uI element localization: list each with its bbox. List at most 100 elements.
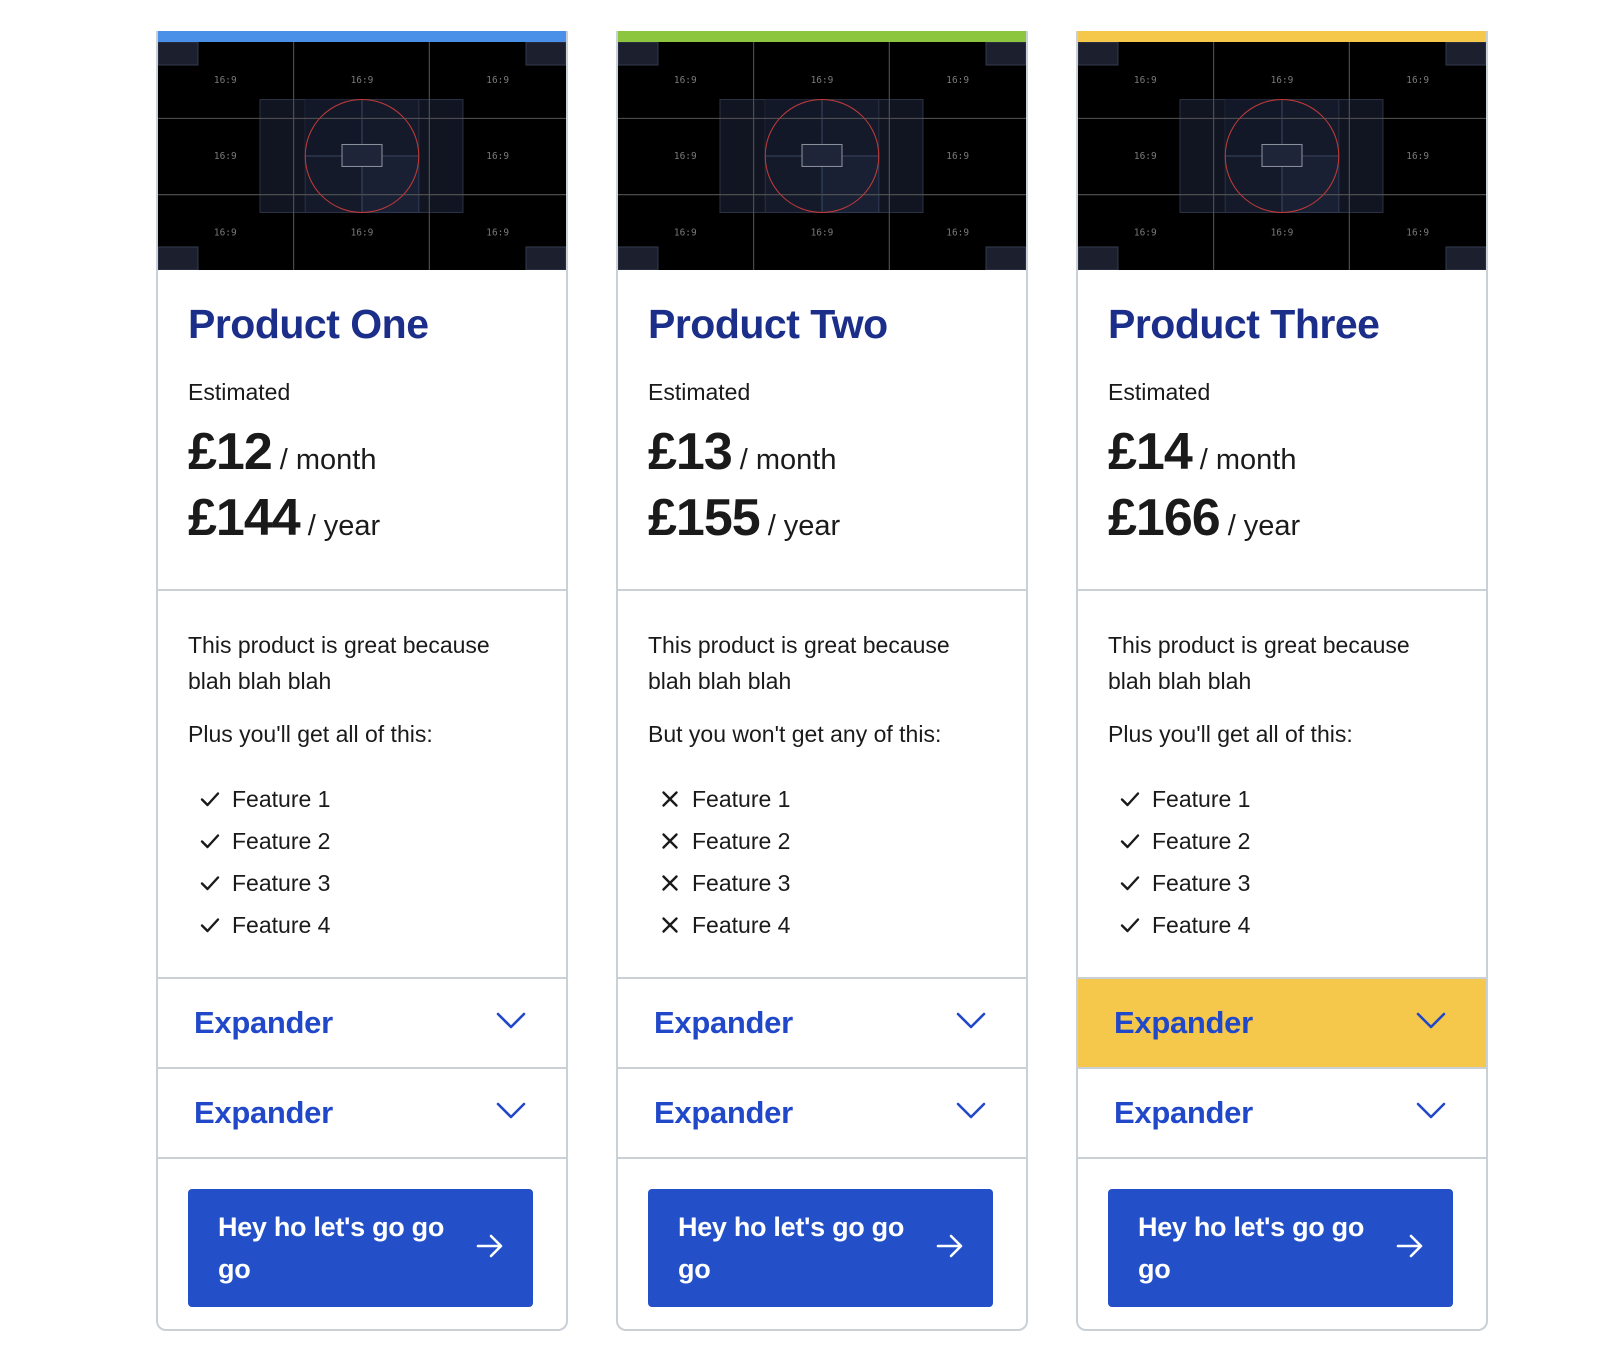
cta-button[interactable]: Hey ho let's go go go: [188, 1189, 533, 1307]
expander-label: Expander: [194, 1005, 333, 1040]
cta-label: Hey ho let's go go go: [678, 1212, 905, 1284]
feature-label: Feature 1: [692, 785, 791, 812]
svg-text:16:9: 16:9: [674, 228, 697, 239]
estimated-label: Estimated: [648, 379, 751, 406]
yearly-price-row: £144 / year: [188, 488, 536, 548]
card-body: This product is great because blah blah …: [1078, 591, 1486, 979]
card-accent-bar: [1078, 31, 1486, 42]
arrow-right-icon: [1395, 1231, 1425, 1266]
feature-label: Feature 3: [1152, 869, 1251, 896]
product-title: Product One: [188, 301, 429, 347]
svg-text:16:9: 16:9: [1134, 228, 1157, 239]
expander-label: Expander: [1114, 1005, 1253, 1040]
check-icon: [196, 911, 224, 939]
expander-1[interactable]: Expander: [158, 979, 566, 1069]
feature-item: Feature 3: [188, 862, 536, 904]
svg-text:16:9: 16:9: [674, 151, 697, 162]
feature-label: Feature 2: [232, 827, 331, 854]
card-accent-bar: [158, 31, 566, 42]
expander-1[interactable]: Expander: [618, 979, 1026, 1069]
cta-button[interactable]: Hey ho let's go go go: [648, 1189, 993, 1307]
yearly-price: £155: [648, 489, 761, 548]
feature-item: Feature 1: [648, 778, 996, 820]
check-icon: [1116, 869, 1144, 897]
check-icon: [1116, 785, 1144, 813]
cta-button[interactable]: Hey ho let's go go go: [1108, 1189, 1453, 1307]
monthly-price: £13: [648, 423, 733, 482]
chevron-down-icon: [496, 1011, 526, 1036]
product-title: Product Three: [1108, 301, 1380, 347]
card-header: Product Two Estimated £13 / month £155 /…: [618, 270, 1026, 591]
monthly-unit: / month: [279, 444, 377, 477]
feature-label: Feature 2: [1152, 827, 1251, 854]
svg-text:16:9: 16:9: [1406, 228, 1429, 239]
feature-item: Feature 4: [188, 904, 536, 946]
feature-label: Feature 4: [232, 911, 331, 938]
svg-text:16:9: 16:9: [811, 75, 834, 86]
monthly-price: £14: [1108, 423, 1193, 482]
card-body: This product is great because blah blah …: [158, 591, 566, 979]
svg-text:16:9: 16:9: [1271, 75, 1294, 86]
estimated-label: Estimated: [1108, 379, 1211, 406]
feature-label: Feature 3: [692, 869, 791, 896]
svg-text:16:9: 16:9: [486, 151, 509, 162]
yearly-price-row: £155 / year: [648, 488, 996, 548]
card-footer: Hey ho let's go go go: [618, 1159, 1026, 1307]
svg-text:16:9: 16:9: [214, 228, 237, 239]
svg-text:16:9: 16:9: [1406, 151, 1429, 162]
cta-label: Hey ho let's go go go: [218, 1212, 445, 1284]
product-card: 16:9 16:9 16:9 16:9 16:9 16:9 16:9 16:9 Product…: [616, 31, 1028, 1331]
card-accent-bar: [618, 31, 1026, 42]
feature-item: Feature 3: [1108, 862, 1456, 904]
svg-text:16:9: 16:9: [811, 228, 834, 239]
feature-item: Feature 2: [188, 820, 536, 862]
card-footer: Hey ho let's go go go: [158, 1159, 566, 1307]
expander-label: Expander: [654, 1005, 793, 1040]
product-thumbnail: 16:9 16:9 16:9 16:9 16:9 16:9 16:9 16:9: [618, 42, 1026, 270]
check-icon: [196, 785, 224, 813]
svg-text:16:9: 16:9: [1271, 228, 1294, 239]
svg-text:16:9: 16:9: [946, 151, 969, 162]
check-icon: [196, 869, 224, 897]
monthly-price-row: £12 / month: [188, 422, 536, 482]
svg-text:16:9: 16:9: [351, 228, 374, 239]
check-icon: [196, 827, 224, 855]
estimated-label: Estimated: [188, 379, 291, 406]
expander-1[interactable]: Expander: [1078, 979, 1486, 1069]
expander-group: Expander Expander: [1078, 979, 1486, 1159]
features-intro: Plus you'll get all of this:: [1108, 721, 1353, 747]
feature-list: Feature 1 Feature 2 Feature 3 Feature 4: [188, 778, 536, 946]
svg-text:16:9: 16:9: [214, 151, 237, 162]
check-icon: [1116, 911, 1144, 939]
features-intro: Plus you'll get all of this:: [188, 721, 433, 747]
arrow-right-icon: [475, 1231, 505, 1266]
expander-2[interactable]: Expander: [1078, 1069, 1486, 1159]
chevron-down-icon: [956, 1101, 986, 1126]
features-intro: But you won't get any of this:: [648, 721, 942, 747]
monthly-unit: / month: [739, 444, 837, 477]
feature-item: Feature 2: [648, 820, 996, 862]
feature-label: Feature 3: [232, 869, 331, 896]
yearly-price: £166: [1108, 489, 1221, 548]
expander-label: Expander: [194, 1095, 333, 1130]
monthly-price-row: £13 / month: [648, 422, 996, 482]
chevron-down-icon: [496, 1101, 526, 1126]
check-icon: [1116, 827, 1144, 855]
product-description: This product is great because blah blah …: [648, 632, 950, 694]
yearly-price-row: £166 / year: [1108, 488, 1456, 548]
feature-label: Feature 1: [1152, 785, 1251, 812]
monthly-price-row: £14 / month: [1108, 422, 1456, 482]
svg-text:16:9: 16:9: [946, 228, 969, 239]
svg-text:16:9: 16:9: [486, 228, 509, 239]
product-title: Product Two: [648, 301, 888, 347]
chevron-down-icon: [956, 1011, 986, 1036]
feature-list: Feature 1 Feature 2 Feature 3 Feature 4: [1108, 778, 1456, 946]
card-footer: Hey ho let's go go go: [1078, 1159, 1486, 1307]
pricing-cards: 16:9 16:9 16:9 16:9 16:9 16:9 16:9 16:9 Product…: [156, 31, 1488, 1331]
expander-2[interactable]: Expander: [618, 1069, 1026, 1159]
expander-2[interactable]: Expander: [158, 1069, 566, 1159]
svg-text:16:9: 16:9: [1134, 151, 1157, 162]
monthly-price: £12: [188, 423, 273, 482]
svg-text:16:9: 16:9: [946, 75, 969, 86]
cross-icon: [656, 785, 684, 813]
